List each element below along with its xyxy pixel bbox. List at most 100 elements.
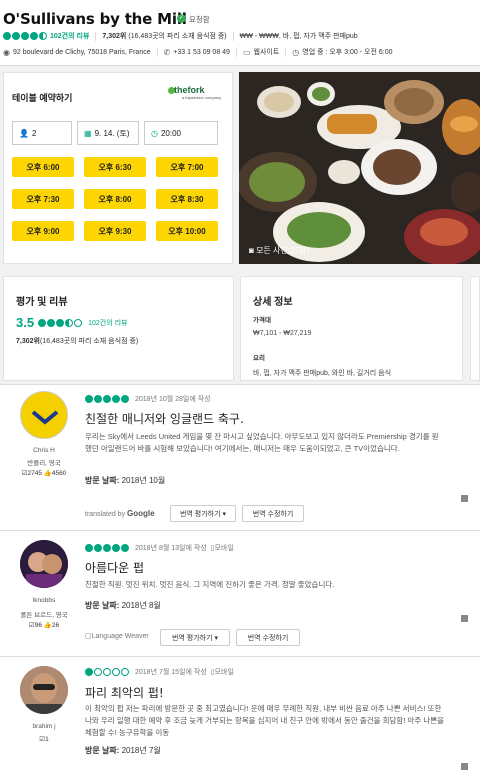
mobile-label: 모바일	[214, 669, 234, 676]
thumbs-up-icon: 👍	[43, 622, 52, 629]
visit-date: 방문 날짜: 2018년 8월	[85, 601, 161, 610]
party-size-select[interactable]: 👤 2	[12, 121, 72, 145]
restaurant-header: O'Sullivans by the Mill ✓ 요청함 102건의 리뷰 7…	[0, 0, 480, 66]
rating-bubbles	[3, 32, 47, 40]
user-location: 폴튼 브르드, 영국	[20, 612, 68, 619]
thumbs-up-icon: 👍	[43, 470, 52, 477]
leeds-badge-icon	[23, 394, 67, 438]
claimed-label[interactable]: 요청함	[189, 14, 210, 25]
details-title: 상세 정보	[253, 297, 293, 308]
avatar[interactable]	[20, 391, 68, 439]
time-slot-button[interactable]: 오후 8:30	[156, 189, 218, 209]
time-slot-button[interactable]: 오후 7:00	[156, 157, 218, 177]
avatar[interactable]	[20, 666, 68, 714]
review-date: 2018년 8월 13일에 작성	[135, 545, 207, 552]
review-meta: 2018년 10월 28일에 작성	[85, 394, 211, 404]
time-slot-button[interactable]: 오후 9:00	[12, 221, 74, 241]
verified-icon: ✓	[177, 14, 186, 23]
review-meta: 2018년 7월 15일에 작성 ▯ 모바일	[85, 667, 234, 677]
user-stats: ☑96 👍26	[28, 622, 60, 629]
rank-text: 7,302위(16,483곳의 파리 소재 음식점 중)	[16, 338, 139, 345]
suggest-edit-button[interactable]: 번역 수정하기	[236, 629, 300, 646]
rank-detail: (16,483곳의 파리 소재 음식점 중)	[128, 33, 227, 40]
review-count-link[interactable]: 102건의 리뷰	[50, 31, 89, 41]
laptop-icon: ▭	[242, 47, 251, 57]
location-pin-icon: ◉	[3, 47, 10, 57]
review-body: 우리는 Sky에서 Leeds United 게임을 몇 잔 마시고 싶었습니다…	[85, 432, 439, 453]
review-card: brahim j ☑1 2018년 7월 15일에 작성 ▯ 모바일 파리 최악…	[0, 656, 480, 770]
user-name[interactable]: brahim j	[0, 723, 88, 730]
rating-row: 102건의 리뷰 7,302위 (16,483곳의 파리 소재 음식점 중) ₩…	[3, 31, 358, 41]
score-value: 3.5	[16, 315, 35, 330]
review-date: 2018년 7월 15일에 작성	[135, 669, 207, 676]
rank-value: 7,302위	[102, 33, 127, 40]
time-slot-button[interactable]: 오후 7:30	[12, 189, 74, 209]
review-bubbles	[85, 544, 129, 552]
restaurant-photo[interactable]: ◙ 모든 사진(27장)	[239, 72, 480, 264]
review-body: 친절한 직원. 멋진 위치. 멋진 음식. 그 지역에 진하기 좋은 가격. 정…	[85, 580, 335, 589]
score-row: 3.5 102건의 리뷰	[16, 315, 127, 330]
user-stats: ☑2745 👍4560	[21, 470, 67, 477]
review-card: Chris H 반플리, 영국 ☑2745 👍4560 2018년 10월 28…	[0, 384, 480, 530]
review-count-link[interactable]: 102건의 리뷰	[88, 318, 127, 328]
rate-translation-button[interactable]: 번역 평가하기 ▾	[170, 505, 236, 522]
website-link[interactable]: 웹사이트	[254, 47, 280, 57]
people-icon: 👤	[19, 128, 29, 138]
review-meta: 2018년 8월 13일에 작성 ▯ 모바일	[85, 543, 234, 553]
price-cuisine[interactable]: ₩₩ - ₩₩₩, 바, 펍, 자가 맥주 판매pub	[240, 31, 358, 41]
hours-text[interactable]: 영업 중 : 오후 3:00 - 오전 6:00	[302, 47, 392, 57]
reservation-panel: 테이블 예약하기 thefork a tripadvisor company 👤…	[3, 72, 233, 264]
suggest-edit-button[interactable]: 번역 수정하기	[242, 505, 304, 522]
review-date: 2018년 10월 28일에 작성	[135, 396, 211, 403]
time-slot-button[interactable]: 오후 8:00	[84, 189, 146, 209]
visit-date: 방문 날짜: 2018년 7월	[85, 746, 161, 755]
contact-row: ◉ 92 boulevard de Clichy, 75018 Paris, F…	[3, 47, 392, 57]
visit-date: 방문 날짜: 2018년 10월	[85, 476, 166, 485]
review-bubbles	[85, 395, 129, 403]
user-location: 반플리, 영국	[27, 460, 61, 467]
all-photos-label[interactable]: ◙ 모든 사진(27장)	[249, 245, 309, 256]
restaurant-title: O'Sullivans by the Mill	[3, 10, 187, 28]
avatar[interactable]	[20, 540, 68, 588]
date-select[interactable]: ▦ 9. 14. (토)	[77, 121, 139, 145]
clock-icon: ◷	[292, 47, 300, 57]
user-photo	[20, 540, 68, 588]
food-photo-image	[239, 72, 480, 264]
translated-by: translated by Google	[85, 509, 155, 518]
mobile-label: 모바일	[214, 545, 234, 552]
user-stats: ☑1	[39, 736, 49, 743]
review-bubbles	[85, 668, 129, 676]
thefork-logo[interactable]: thefork a tripadvisor company	[174, 85, 221, 100]
time-slot-button[interactable]: 오후 10:00	[156, 221, 218, 241]
rating-bubbles	[38, 318, 83, 327]
time-select[interactable]: ◷ 20:00	[144, 121, 218, 145]
review-title[interactable]: 파리 최악의 펍!	[85, 684, 164, 701]
address-link[interactable]: 92 boulevard de Clichy, 75018 Paris, Fra…	[13, 49, 151, 56]
time-slot-button[interactable]: 오후 6:00	[12, 157, 74, 177]
report-flag-icon[interactable]	[461, 615, 468, 622]
time-slot-button[interactable]: 오후 6:30	[84, 157, 146, 177]
review-body: 이 최악의 펍 저는 파리에 방문한 곳 중 최고였습니다! 운에 매우 무례한…	[85, 704, 445, 737]
user-photo	[20, 666, 68, 714]
review-card: lknobbs 폴튼 브르드, 영국 ☑96 👍26 2018년 8월 13일에…	[0, 530, 480, 656]
calendar-icon: ▦	[84, 128, 92, 138]
report-flag-icon[interactable]	[461, 495, 468, 502]
price-value: ₩7,101 - ₩27,219	[253, 330, 312, 337]
ratings-panel: 평가 및 리뷰 3.5 102건의 리뷰 7,302위(16,483곳의 파리 …	[3, 276, 234, 381]
user-name[interactable]: Chris H	[0, 447, 88, 454]
language-weaver-logo: ▢Language Weaver	[85, 633, 149, 640]
report-flag-icon[interactable]	[461, 763, 468, 770]
clock-icon: ◷	[151, 128, 158, 138]
review-title[interactable]: 아름다운 펍	[85, 559, 144, 576]
review-title[interactable]: 친절한 매니저와 잉글랜드 축구.	[85, 410, 244, 427]
details-panel: 상세 정보 가격대 ₩7,101 - ₩27,219 요리 바, 펍, 자가 맥…	[240, 276, 463, 381]
phone-number[interactable]: +33 1 53 09 08 49	[173, 49, 230, 56]
rate-translation-button[interactable]: 번역 평가하기 ▾	[160, 629, 230, 646]
user-name[interactable]: lknobbs	[0, 597, 88, 604]
image-icon: ▢	[85, 633, 92, 640]
reservation-title: 테이블 예약하기	[12, 93, 73, 103]
cuisine-value: 바, 펍, 자가 맥주 판매pub, 와인 바, 길거리 음식	[253, 370, 392, 377]
ratings-title: 평가 및 리뷰	[16, 297, 68, 308]
phone-icon: ✆	[163, 47, 171, 57]
time-slot-button[interactable]: 오후 9:30	[84, 221, 146, 241]
